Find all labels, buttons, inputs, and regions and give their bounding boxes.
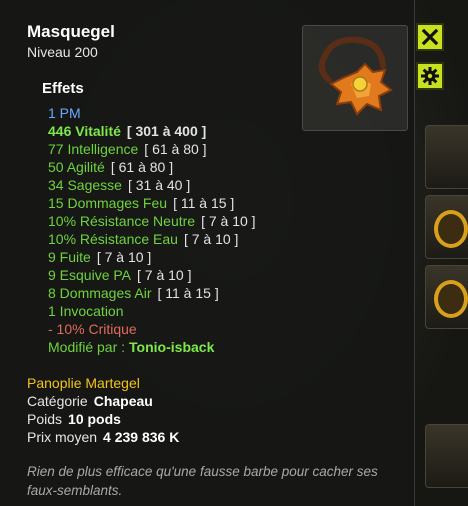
item-weight: Poids 10 pods xyxy=(27,411,121,427)
effect-line: 77 Intelligence [ 61 à 80 ] xyxy=(48,140,388,158)
item-price: Prix moyen 4 239 836 K xyxy=(27,429,179,445)
effect-range: [ 11 à 15 ] xyxy=(157,285,219,301)
effect-value: 446 Vitalité xyxy=(48,123,121,139)
effects-title: Effets xyxy=(42,80,84,97)
effect-value: 1 PM xyxy=(48,105,81,121)
modified-by-label: Modifié par : xyxy=(48,339,126,355)
item-tooltip: Masquegel Niveau 200 Effets 1 PM 446 Vita… xyxy=(0,0,444,506)
effect-range: [ 7 à 10 ] xyxy=(137,267,192,283)
effect-range: [ 61 à 80 ] xyxy=(110,159,174,175)
inventory-slot[interactable] xyxy=(425,195,468,259)
effect-line: 10% Résistance Neutre [ 7 à 10 ] xyxy=(48,212,388,230)
inventory-slot[interactable] xyxy=(425,125,468,189)
effect-value: 10% Résistance Eau xyxy=(48,231,178,247)
weight-label: Poids xyxy=(27,411,63,427)
gear-icon xyxy=(421,67,439,85)
item-image xyxy=(302,25,408,131)
modified-by-name[interactable]: Tonio-isback xyxy=(129,339,214,355)
effect-value: 50 Agilité xyxy=(48,159,105,175)
item-name: Masquegel xyxy=(27,22,115,41)
effect-range: [ 301 à 400 ] xyxy=(126,123,207,139)
effect-line: 8 Dommages Air [ 11 à 15 ] xyxy=(48,284,388,302)
inventory-slot[interactable] xyxy=(425,424,468,488)
effect-value: 34 Sagesse xyxy=(48,177,122,193)
set-name[interactable]: Panoplie Martegel xyxy=(27,375,140,391)
price-label: Prix moyen xyxy=(27,429,98,445)
effect-range: [ 7 à 10 ] xyxy=(96,249,152,265)
masquegel-mask-icon xyxy=(318,36,393,116)
modified-by: Modifié par : Tonio-isback xyxy=(48,338,388,356)
effect-line: 1 Invocation xyxy=(48,302,388,320)
effect-line: 50 Agilité [ 61 à 80 ] xyxy=(48,158,388,176)
category-label: Catégorie xyxy=(27,393,88,409)
effect-value: 1 Invocation xyxy=(48,303,124,319)
effect-range: [ 7 à 10 ] xyxy=(183,231,239,247)
effect-line: 15 Dommages Feu [ 11 à 15 ] xyxy=(48,194,388,212)
effects-list: 1 PM 446 Vitalité[ 301 à 400 ] 77 Intellig… xyxy=(48,104,388,356)
effect-value: - 10% Critique xyxy=(48,321,137,337)
effect-value: 8 Dommages Air xyxy=(48,285,152,301)
close-button[interactable] xyxy=(416,23,444,51)
effect-line: - 10% Critique xyxy=(48,320,388,338)
weight-value: 10 pods xyxy=(68,411,121,427)
close-icon xyxy=(421,28,439,46)
effect-value: 9 Esquive PA xyxy=(48,267,132,283)
item-level: Niveau 200 xyxy=(27,44,98,60)
effect-line: 9 Fuite [ 7 à 10 ] xyxy=(48,248,388,266)
effect-line: 9 Esquive PA [ 7 à 10 ] xyxy=(48,266,388,284)
effect-value: 15 Dommages Feu xyxy=(48,195,168,211)
item-description: Rien de plus efficace qu'une fausse barb… xyxy=(27,464,378,498)
effect-range: [ 7 à 10 ] xyxy=(201,213,256,229)
effect-value: 9 Fuite xyxy=(48,249,91,265)
inventory-slot[interactable] xyxy=(425,265,468,329)
effect-value: 10% Résistance Neutre xyxy=(48,213,196,229)
effect-line: 10% Résistance Eau [ 7 à 10 ] xyxy=(48,230,388,248)
effect-line: 34 Sagesse [ 31 à 40 ] xyxy=(48,176,388,194)
price-value: 4 239 836 K xyxy=(103,429,180,445)
effect-range: [ 11 à 15 ] xyxy=(173,195,235,211)
category-value: Chapeau xyxy=(93,393,153,409)
effect-range: [ 61 à 80 ] xyxy=(144,141,207,157)
item-category: Catégorie Chapeau xyxy=(27,393,153,409)
settings-button[interactable] xyxy=(416,62,444,90)
effect-value: 77 Intelligence xyxy=(48,141,139,157)
effect-range: [ 31 à 40 ] xyxy=(127,177,191,193)
